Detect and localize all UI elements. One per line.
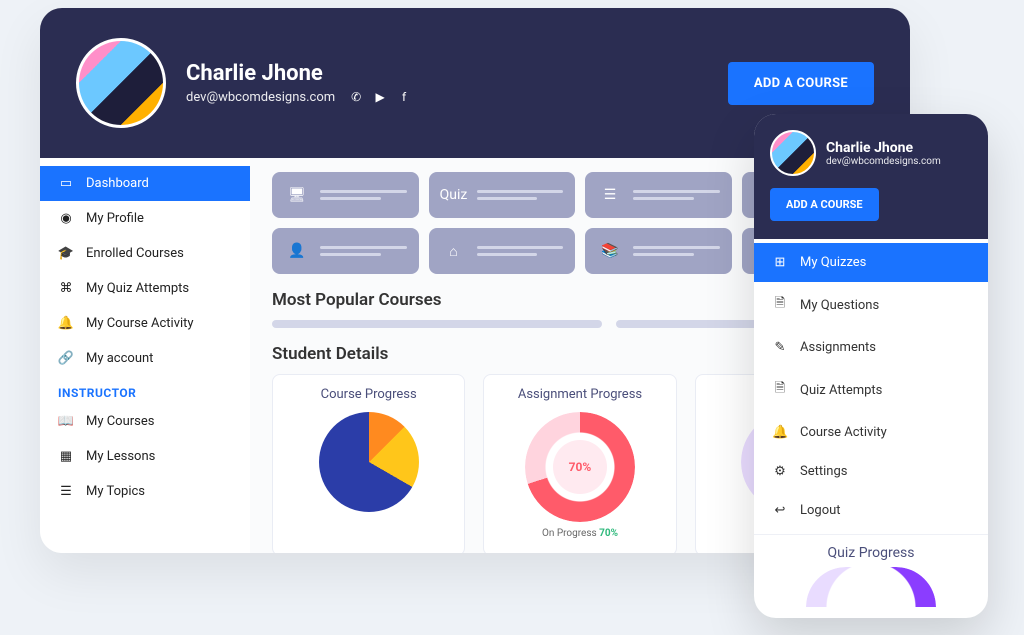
quiz-progress-gauge-chart [806,567,936,607]
avatar[interactable] [770,130,816,176]
stat-card[interactable]: 📚 [585,228,732,274]
menu-item-settings[interactable]: ⚙ Settings [754,452,988,491]
menu-item-assignments[interactable]: ✎ Assignments [754,328,988,367]
quiz-icon: Quiz [441,182,467,208]
sidebar-item-enrolled-courses[interactable]: 🎓 Enrolled Courses [40,236,250,271]
mobile-user-block: Charlie Jhone dev@wbcomdesigns.com [770,130,972,176]
sidebar-item-my-topics[interactable]: ☰ My Topics [40,474,250,509]
bell-icon: 🔔 [58,316,74,331]
menu-item-label: My Questions [800,298,879,313]
stat-card[interactable]: ☰ [585,172,732,218]
stat-card[interactable]: 🖥 [272,172,419,218]
gear-icon: ⚙ [772,464,788,479]
menu-item-label: Quiz Attempts [800,383,882,398]
monitor-icon: ▭ [58,176,74,191]
sidebar-item-label: My Course Activity [86,316,194,331]
clipboard-icon: 🗎 [772,379,788,401]
sidebar-item-my-courses[interactable]: 📖 My Courses [40,404,250,439]
sidebar-item-label: Dashboard [86,176,149,191]
sidebar-item-dashboard[interactable]: ▭ Dashboard [40,166,250,201]
logout-icon: ↩ [772,503,788,518]
checklist-icon: ☰ [597,182,623,208]
facebook-icon[interactable]: f [397,90,411,104]
youtube-icon[interactable]: ▶ [373,90,387,104]
user-email: dev@wbcomdesigns.com [186,90,335,105]
user-block: Charlie Jhone dev@wbcomdesigns.com ✆ ▶ f [186,61,411,105]
assignment-progress-donut-chart: 70% [525,412,635,522]
sidebar-item-quiz-attempts[interactable]: ⌘ My Quiz Attempts [40,271,250,306]
menu-item-my-questions[interactable]: 🗎 My Questions [754,282,988,328]
list-icon: ☰ [58,484,74,499]
sidebar-item-label: Enrolled Courses [86,246,184,261]
sidebar-item-label: My Lessons [86,449,155,464]
stat-placeholder [633,242,720,260]
avatar[interactable] [76,38,166,128]
course-progress-card[interactable]: Course Progress [272,374,465,553]
menu-item-label: Logout [800,503,841,518]
sidebar-item-label: My Quiz Attempts [86,281,189,296]
stat-placeholder [477,186,564,204]
menu-item-quiz-attempts[interactable]: 🗎 Quiz Attempts [754,367,988,413]
placeholder-bar [272,320,602,328]
user-email: dev@wbcomdesigns.com [826,156,941,167]
stat-card[interactable]: ⌂ [429,228,576,274]
whatsapp-icon[interactable]: ✆ [349,90,363,104]
mobile-menu: ⊞ My Quizzes 🗎 My Questions ✎ Assignment… [754,239,988,534]
stat-card[interactable]: Quiz [429,172,576,218]
menu-item-logout[interactable]: ↩ Logout [754,491,988,530]
monitor-icon: 🖥 [284,182,310,208]
mobile-profile-hero: Charlie Jhone dev@wbcomdesigns.com ADD A… [754,114,988,239]
sidebar-item-label: My Courses [86,414,155,429]
mobile-dashboard: Charlie Jhone dev@wbcomdesigns.com ADD A… [754,114,988,618]
sidebar-item-course-activity[interactable]: 🔔 My Course Activity [40,306,250,341]
sidebar: ▭ Dashboard ◉ My Profile 🎓 Enrolled Cour… [40,158,250,553]
stat-placeholder [477,242,564,260]
pencil-icon: ✎ [772,340,788,355]
bell-icon: 🔔 [772,425,788,440]
stat-card[interactable]: 👤 [272,228,419,274]
quiz-progress-title: Quiz Progress [754,534,988,567]
placeholder-bar [616,320,766,328]
student-icon: 👤 [284,238,310,264]
graduation-icon: 🎓 [58,246,74,261]
menu-item-label: Course Activity [800,425,887,440]
book-open-icon: 📖 [58,414,74,429]
menu-item-my-quizzes[interactable]: ⊞ My Quizzes [754,243,988,282]
presentation-icon: ▦ [58,449,74,464]
sidebar-item-my-profile[interactable]: ◉ My Profile [40,201,250,236]
document-icon: 🗎 [772,294,788,316]
donut-center-label: 70% [525,412,635,522]
puzzle-icon: ⊞ [772,255,788,270]
card-title: Course Progress [283,387,454,402]
stat-placeholder [633,186,720,204]
stat-placeholder [320,186,407,204]
sidebar-section-instructor: INSTRUCTOR [40,376,250,404]
assignment-progress-card[interactable]: Assignment Progress 70% On Progress 70% [483,374,676,553]
menu-item-label: Settings [800,464,847,479]
sidebar-item-my-lessons[interactable]: ▦ My Lessons [40,439,250,474]
certificate-icon: ⌂ [441,238,467,264]
lightbulb-book-icon: 📚 [597,238,623,264]
menu-item-label: My Quizzes [800,255,866,270]
add-course-button[interactable]: ADD A COURSE [728,62,874,105]
user-icon: ◉ [58,211,74,226]
menu-item-course-activity[interactable]: 🔔 Course Activity [754,413,988,452]
stat-placeholder [320,242,407,260]
card-title: Assignment Progress [494,387,665,402]
user-name: Charlie Jhone [826,140,941,156]
link-icon: 🔗 [58,351,74,366]
sidebar-item-label: My Topics [86,484,145,499]
user-name: Charlie Jhone [186,61,411,86]
tree-icon: ⌘ [58,281,74,296]
add-course-button[interactable]: ADD A COURSE [770,188,879,221]
course-progress-pie-chart [319,412,419,512]
sidebar-item-my-account[interactable]: 🔗 My account [40,341,250,376]
social-icons: ✆ ▶ f [349,90,411,104]
sidebar-item-label: My Profile [86,211,144,226]
sidebar-item-label: My account [86,351,153,366]
menu-item-label: Assignments [800,340,876,355]
donut-caption: On Progress 70% [494,528,665,539]
